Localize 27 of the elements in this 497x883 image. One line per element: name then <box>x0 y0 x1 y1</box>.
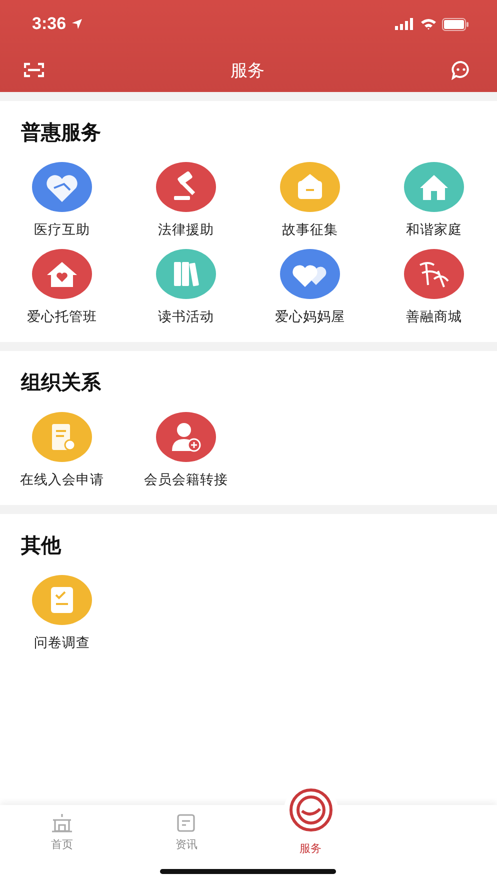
service-item[interactable]: 和谐家庭 <box>372 162 496 239</box>
chat-icon[interactable] <box>451 60 471 80</box>
signal-icon <box>395 18 415 30</box>
service-item[interactable]: 爱心托管班 <box>0 249 124 326</box>
section-title: 组织关系 <box>20 369 102 396</box>
service-item[interactable]: 爱心妈妈屋 <box>248 249 372 326</box>
document-icon <box>176 813 196 833</box>
tab[interactable]: 服务 <box>248 783 373 883</box>
service-item[interactable]: 故事征集 <box>248 162 372 239</box>
service-item[interactable]: 法律援助 <box>124 162 248 239</box>
section-title: 其他 <box>20 532 62 559</box>
service-item[interactable]: 在线入会申请 <box>0 412 124 489</box>
tab[interactable]: 首页 <box>0 805 124 883</box>
tab[interactable]: 资讯 <box>124 805 248 883</box>
service-item[interactable]: 问卷调查 <box>0 575 124 652</box>
section-title: 普惠服务 <box>20 119 102 146</box>
battery-icon <box>442 18 469 30</box>
home-icon <box>51 813 74 833</box>
service-item[interactable]: 会员会籍转接 <box>124 412 248 489</box>
status-time: 3:36 <box>32 14 66 34</box>
page-title: 服务 <box>230 60 264 82</box>
location-arrow-icon <box>71 18 84 30</box>
service-item[interactable]: 读书活动 <box>124 249 248 326</box>
service-item[interactable]: 善融商城 <box>372 249 496 326</box>
service-item[interactable]: 医疗互助 <box>0 162 124 239</box>
wifi-icon <box>420 18 437 30</box>
scan-icon[interactable] <box>24 62 44 78</box>
